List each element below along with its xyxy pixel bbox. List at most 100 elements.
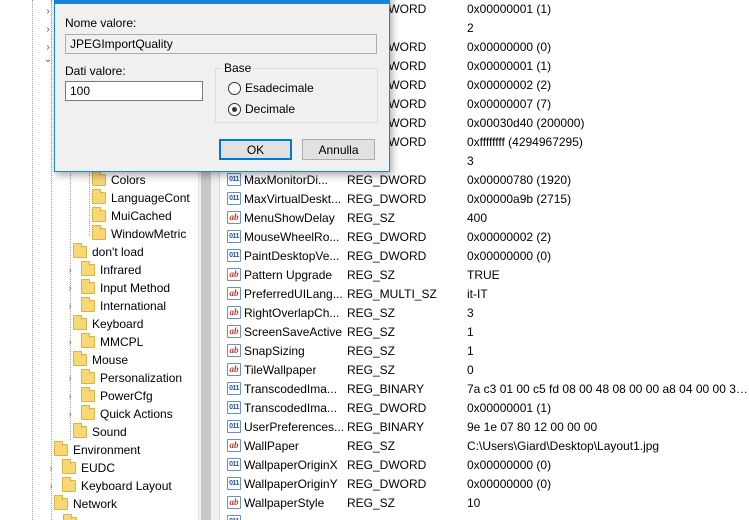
expand-arrow-icon[interactable]: ›	[65, 369, 75, 387]
expand-arrow-icon[interactable]: ›	[65, 297, 75, 315]
registry-value-row[interactable]: 011 MouseWheelRo... REG_DWORD 0x00000002 (2…	[220, 227, 749, 246]
tree-item[interactable]: Mouse	[73, 351, 128, 369]
folder-icon	[92, 225, 106, 240]
value-name: MaxMonitorDi...	[244, 172, 329, 187]
value-data: 3	[467, 305, 474, 320]
tree-item[interactable]: Environment	[54, 441, 140, 459]
value-data: 0x00000000 (0)	[467, 476, 552, 491]
tree-item-label: Input Method	[100, 281, 171, 295]
registry-value-row[interactable]: ab RightOverlapCh... REG_SZ 3	[220, 303, 749, 322]
value-name: PreferredUILang...	[244, 286, 343, 301]
value-type: REG_SZ	[347, 362, 396, 377]
tree-item-label: Personalization	[100, 371, 183, 385]
folder-icon	[81, 261, 95, 276]
tree-item[interactable]: › Personalization	[65, 369, 182, 387]
registry-value-row[interactable]: 011 UserPreferences... REG_BINARY 9e 1e 07 …	[220, 417, 749, 436]
value-data: 0x00000002 (2)	[467, 77, 552, 92]
registry-value-row[interactable]: ab WallPaper REG_SZ C:\Users\Giard\Desktop\…	[220, 436, 749, 455]
tree-item[interactable]: Colors	[92, 171, 146, 189]
value-type: REG_SZ	[347, 495, 396, 510]
tree-item[interactable]: Network	[54, 495, 117, 513]
value-type: REG_SZ	[347, 305, 396, 320]
value-data: 2	[467, 20, 474, 35]
string-value-icon: ab	[227, 496, 241, 509]
value-data: 7a c3 01 00 c5 fd 08 00 48 08 00 00 a8 0…	[467, 381, 749, 396]
expand-arrow-icon[interactable]: ›	[46, 459, 56, 477]
value-data: 0	[467, 362, 474, 377]
value-name: WallPaper	[244, 438, 299, 453]
tree-item[interactable]: WindowMetric	[92, 225, 186, 243]
tree-item-partial[interactable]	[63, 514, 82, 520]
folder-icon	[92, 207, 106, 222]
value-data: 0x00000001 (1)	[467, 58, 552, 73]
expand-arrow-icon[interactable]: ›	[65, 387, 75, 405]
tree-item[interactable]: › MMCPL	[65, 333, 143, 351]
tree-item[interactable]: › International	[65, 297, 166, 315]
value-name: Pattern Upgrade	[244, 267, 333, 282]
folder-icon	[81, 279, 95, 294]
registry-value-row[interactable]: 011	[220, 512, 749, 520]
radio-hex-circle-icon[interactable]	[228, 81, 241, 95]
tree-item[interactable]: Keyboard	[73, 315, 143, 333]
tree-item[interactable]: › Quick Actions	[65, 405, 173, 423]
tree-item-label: MMCPL	[100, 335, 144, 349]
tree-guide-line	[51, 0, 52, 520]
registry-value-row[interactable]: 011 PaintDesktopVe... REG_DWORD 0x00000000 …	[220, 246, 749, 265]
value-type: REG_DWORD	[347, 229, 427, 244]
tree-item[interactable]: don't load	[73, 243, 144, 261]
dialog-titlebar[interactable]	[55, 0, 389, 4]
folder-icon	[92, 189, 106, 204]
value-data: TRUE	[467, 267, 500, 282]
expand-arrow-icon[interactable]: ›	[65, 279, 75, 297]
value-data: it-IT	[467, 286, 488, 301]
registry-value-row[interactable]: ab Pattern Upgrade REG_SZ TRUE	[220, 265, 749, 284]
registry-value-row[interactable]: 011 WallpaperOriginY REG_DWORD 0x00000000 (…	[220, 474, 749, 493]
string-value-icon: ab	[227, 211, 241, 224]
cancel-button[interactable]: Annulla	[302, 139, 375, 160]
tree-item[interactable]: › Input Method	[65, 279, 170, 297]
value-data-field[interactable]	[65, 81, 203, 101]
registry-value-row[interactable]: 011 MaxMonitorDi... REG_DWORD 0x00000780 (1…	[220, 170, 749, 189]
value-data-label: Dati valore:	[65, 64, 126, 78]
folder-icon	[81, 333, 95, 348]
value-type: REG_SZ	[347, 324, 396, 339]
radio-dec-circle-icon[interactable]	[228, 102, 241, 116]
value-data: 0x00000001 (1)	[467, 400, 552, 415]
ok-button[interactable]: OK	[219, 139, 292, 160]
radio-decimal[interactable]: Decimale	[228, 102, 295, 116]
value-data: 10	[467, 495, 481, 510]
tree-item[interactable]: Sound	[73, 423, 127, 441]
value-data: 0x00000000 (0)	[467, 457, 552, 472]
value-name: WallpaperStyle	[244, 495, 325, 510]
folder-icon	[81, 297, 95, 312]
string-value-icon: ab	[227, 439, 241, 452]
tree-item[interactable]: LanguageCont	[92, 189, 190, 207]
registry-value-row[interactable]: 011 WallpaperOriginX REG_DWORD 0x00000000 (…	[220, 455, 749, 474]
expand-arrow-icon[interactable]: ›	[46, 477, 56, 495]
folder-icon	[73, 423, 87, 438]
radio-hexadecimal[interactable]: Esadecimale	[228, 81, 314, 95]
registry-value-row[interactable]: ab PreferredUILang... REG_MULTI_SZ it-IT	[220, 284, 749, 303]
string-value-icon: ab	[227, 306, 241, 319]
tree-item[interactable]: › PowerCfg	[65, 387, 153, 405]
value-name: UserPreferences...	[244, 419, 345, 434]
registry-value-row[interactable]: 011 TranscodedIma... REG_DWORD 0x00000001 (…	[220, 398, 749, 417]
expand-arrow-icon[interactable]: ›	[65, 333, 75, 351]
tree-item[interactable]: MuiCached	[92, 207, 172, 225]
registry-value-row[interactable]: ab TileWallpaper REG_SZ 0	[220, 360, 749, 379]
tree-item[interactable]: › EUDC	[46, 459, 115, 477]
tree-item[interactable]: › Infrared	[65, 261, 141, 279]
value-data: 3	[467, 153, 474, 168]
tree-item[interactable]: › Keyboard Layout	[46, 477, 172, 495]
binary-value-icon: 011	[227, 420, 241, 433]
registry-value-row[interactable]: 011 MaxVirtualDeskt... REG_DWORD 0x00000a9b…	[220, 189, 749, 208]
registry-value-row[interactable]: 011 TranscodedIma... REG_BINARY 7a c3 01 00…	[220, 379, 749, 398]
registry-value-row[interactable]: ab WallpaperStyle REG_SZ 10	[220, 493, 749, 512]
registry-value-row[interactable]: ab MenuShowDelay REG_SZ 400	[220, 208, 749, 227]
value-data: 9e 1e 07 80 12 00 00 00	[467, 419, 598, 434]
value-name-field[interactable]	[65, 34, 377, 54]
registry-value-row[interactable]: ab ScreenSaveActive REG_SZ 1	[220, 322, 749, 341]
expand-arrow-icon[interactable]: ›	[65, 405, 75, 423]
registry-value-row[interactable]: ab SnapSizing REG_SZ 1	[220, 341, 749, 360]
expand-arrow-icon[interactable]: ›	[65, 261, 75, 279]
